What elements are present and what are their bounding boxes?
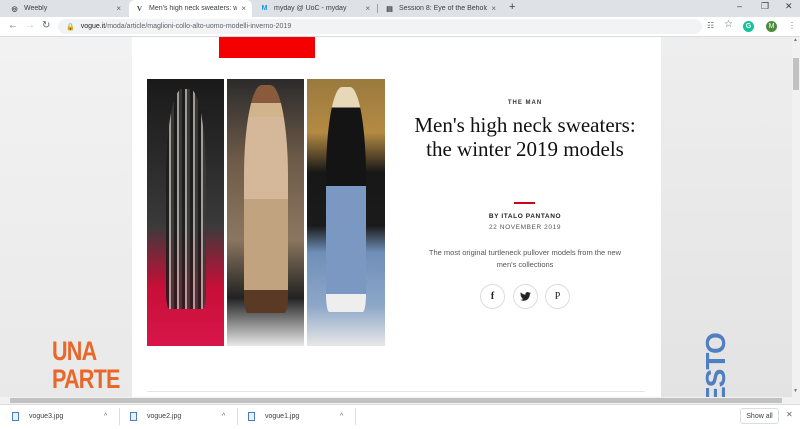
maximize-icon[interactable]: ❐ xyxy=(761,1,769,12)
myday-m-icon: M xyxy=(261,5,268,12)
back-icon[interactable]: ← xyxy=(8,20,18,31)
download-item[interactable]: vogue3.jpg ^ xyxy=(12,406,115,427)
chevron-up-icon[interactable]: ^ xyxy=(340,413,343,420)
bookmark-star-icon[interactable]: ☆ xyxy=(724,19,733,30)
address-bar[interactable]: 🔒 vogue.it /moda/article/maglioni-collo-… xyxy=(58,19,702,34)
close-icon[interactable]: × xyxy=(491,4,496,13)
background-right-text: ESTO xyxy=(700,333,731,405)
article-date: 22 NOVEMBER 2019 xyxy=(488,224,562,231)
model-figure xyxy=(165,89,206,309)
accent-rule xyxy=(514,202,535,204)
download-item[interactable]: vogue1.jpg ^ xyxy=(248,406,351,427)
pinterest-share-button[interactable]: P xyxy=(545,284,570,309)
vogue-v-icon: V xyxy=(136,4,143,13)
tab-vogue[interactable]: V Men's high neck sweaters: winte × xyxy=(129,0,252,17)
download-filename: vogue1.jpg xyxy=(265,413,300,420)
lock-icon[interactable]: 🔒 xyxy=(66,23,75,31)
pinterest-icon: P xyxy=(554,291,561,302)
image-file-icon xyxy=(248,412,255,421)
download-item[interactable]: vogue2.jpg ^ xyxy=(130,406,233,427)
minimize-icon[interactable]: – xyxy=(737,1,742,11)
image-file-icon xyxy=(130,412,137,421)
close-icon[interactable]: × xyxy=(365,4,370,13)
close-icon[interactable]: ✕ xyxy=(786,410,793,419)
background-left-text: UNA PARTE xyxy=(52,336,120,394)
chevron-up-icon[interactable]: ^ xyxy=(104,413,107,420)
reload-icon[interactable]: ↻ xyxy=(42,20,50,31)
twitter-icon xyxy=(519,292,531,301)
tab-title: Weebly xyxy=(24,5,48,12)
image-file-icon xyxy=(12,412,19,421)
forward-icon[interactable]: → xyxy=(25,20,35,31)
chevron-up-icon[interactable]: ^ xyxy=(222,413,225,420)
menu-icon[interactable]: ⋮ xyxy=(788,21,796,30)
tab-title: Men's high neck sweaters: winte xyxy=(149,5,238,12)
download-separator xyxy=(119,408,120,425)
scroll-up-arrow-icon[interactable]: ▲ xyxy=(793,37,798,43)
article-card: THE MAN Men's high neck sweaters: the wi… xyxy=(132,37,661,397)
tab-myday[interactable]: M myday @ UoC - myday × xyxy=(254,0,376,17)
address-host: vogue.it xyxy=(80,23,106,30)
share-buttons: f P xyxy=(480,284,570,309)
grammarly-icon[interactable]: G xyxy=(743,21,754,32)
download-filename: vogue2.jpg xyxy=(147,413,182,420)
weebly-globe-icon: ◎ xyxy=(11,5,18,13)
tab-session8[interactable]: ▤ Session 8: Eye of the Beholder - … × xyxy=(379,0,502,17)
page-title: Men's high neck sweaters: the winter 201… xyxy=(414,113,636,161)
runway-photo-3[interactable] xyxy=(307,79,385,346)
model-figure xyxy=(243,85,288,313)
scroll-down-arrow-icon[interactable]: ▼ xyxy=(793,388,798,394)
avatar[interactable]: M xyxy=(766,21,777,32)
vertical-scroll-thumb[interactable] xyxy=(793,58,799,90)
new-tab-button[interactable]: + xyxy=(509,1,515,13)
close-window-icon[interactable]: ✕ xyxy=(785,1,793,12)
page-viewport: UNA PARTE THE MAN Men's high neck sweate… xyxy=(0,37,792,397)
facebook-icon: f xyxy=(490,291,495,302)
article-hero-images[interactable] xyxy=(147,79,385,346)
article-dek: The most original turtleneck pullover mo… xyxy=(428,248,622,269)
horizontal-scroll-thumb[interactable] xyxy=(10,398,782,403)
tab-title: Session 8: Eye of the Beholder - … xyxy=(399,5,488,12)
download-separator xyxy=(237,408,238,425)
runway-photo-2[interactable] xyxy=(227,79,304,346)
tab-weebly[interactable]: ◎ Weebly × xyxy=(4,0,127,17)
content-divider xyxy=(147,391,645,392)
close-icon[interactable]: × xyxy=(241,4,246,13)
course-page-icon: ▤ xyxy=(386,5,393,13)
vertical-scrollbar[interactable] xyxy=(792,37,800,397)
browser-toolbar: ← → ↻ 🔒 vogue.it /moda/article/maglioni-… xyxy=(0,17,800,37)
twitter-share-button[interactable] xyxy=(512,284,538,309)
article-byline[interactable]: BY ITALO PANTANO xyxy=(411,213,639,220)
facebook-share-button[interactable]: f xyxy=(480,284,505,309)
red-banner[interactable] xyxy=(219,37,315,58)
download-separator xyxy=(355,408,356,425)
tab-separator xyxy=(377,4,378,13)
address-path: /moda/article/maglioni-collo-alto-uomo-m… xyxy=(105,23,292,30)
tab-title: myday @ UoC - myday xyxy=(274,5,347,12)
article-kicker[interactable]: THE MAN xyxy=(411,100,639,106)
download-filename: vogue3.jpg xyxy=(29,413,64,420)
downloads-shelf xyxy=(0,404,800,429)
show-all-button[interactable]: Show all xyxy=(740,408,779,424)
runway-photo-1[interactable] xyxy=(147,79,224,346)
close-icon[interactable]: × xyxy=(116,4,121,13)
translate-icon[interactable]: ☷ xyxy=(707,21,714,30)
model-figure xyxy=(326,87,366,312)
tab-strip: ◎ Weebly × V Men's high neck sweaters: w… xyxy=(0,0,800,17)
